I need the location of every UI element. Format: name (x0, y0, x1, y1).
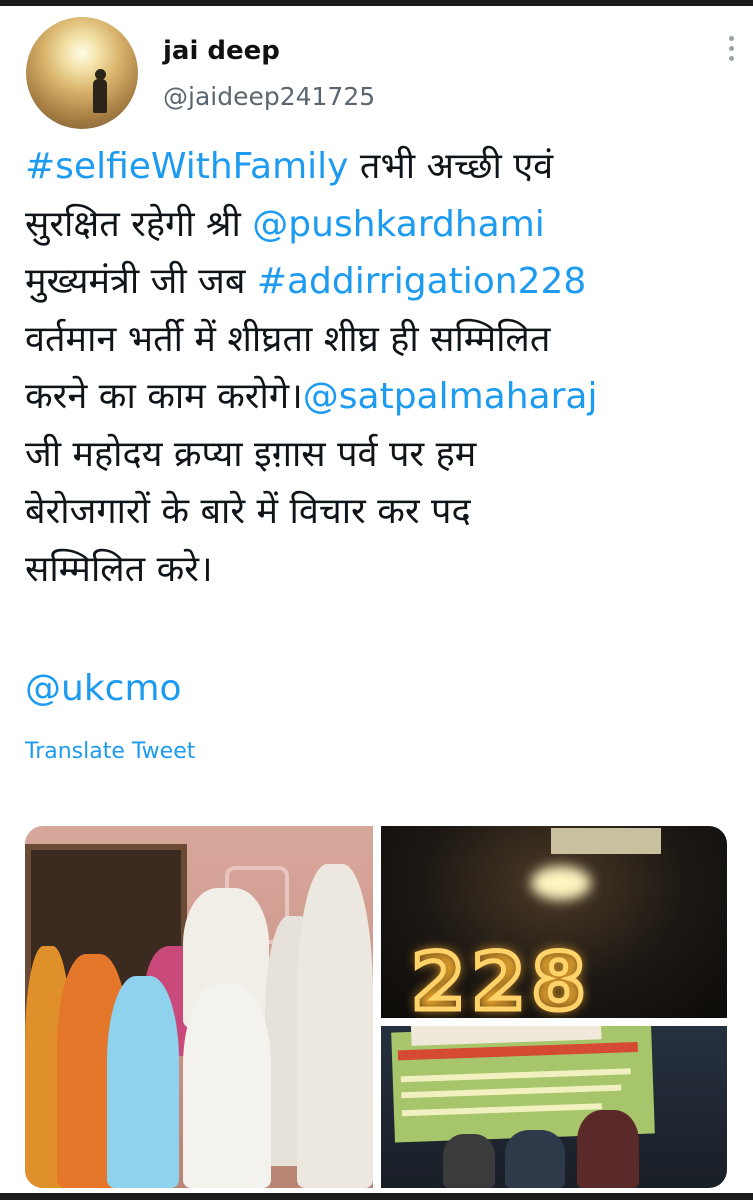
tweet-text-line: जी महोदय क्रप्या इग़ास पर्व पर हम (25, 426, 740, 484)
tweet-text-line: करने का काम करोगे।@satpalmaharaj (25, 368, 740, 426)
tweet-text-segment: जी महोदय क्रप्या इग़ास पर्व पर हम (25, 433, 477, 475)
user-handle[interactable]: @jaideep241725 (163, 82, 375, 111)
photo-person (577, 1110, 639, 1188)
tweet-link[interactable]: #selfieWithFamily (25, 146, 348, 187)
photo-person (183, 984, 271, 1188)
tweet-text-line: बेरोजगारों के बारे में विचार कर पद (25, 483, 740, 541)
photo-family[interactable] (25, 826, 373, 1188)
photo-person (297, 864, 373, 1188)
tweet-text-segment: बेरोजगारों के बारे में विचार कर पद (25, 491, 471, 532)
photo-person (505, 1130, 565, 1188)
photo-person (107, 976, 179, 1188)
tweet-link[interactable]: @satpalmaharaj (303, 376, 598, 417)
tweet-text-segment: वर्तमान भर्ती में शीघ्रता शीघ्र ही सम्मि… (25, 318, 551, 360)
tweet-text-segment: करने का काम करोगे। (25, 376, 303, 417)
avatar[interactable] (26, 17, 138, 129)
tweet-text-line: सुरक्षित रहेगी श्री @pushkardhami (25, 196, 740, 254)
photo-banner[interactable] (381, 1026, 727, 1188)
tweet-text-line: मुख्यमंत्री जी जब #addirrigation228 (25, 253, 740, 311)
tweet-link[interactable]: @pushkardhami (252, 204, 544, 245)
photo-person (443, 1134, 495, 1188)
photo-candles-228[interactable]: 228 (381, 826, 727, 1018)
candle-shape: 228 (409, 936, 592, 1019)
tweet-text: #selfieWithFamily तभी अच्छी एवं सुरक्षित … (25, 138, 740, 598)
tweet-text-line: वर्तमान भर्ती में शीघ्रता शीघ्र ही सम्मि… (25, 311, 740, 369)
tweet-text-segment: तभी अच्छी एवं (348, 146, 554, 187)
photo-lamp (531, 866, 591, 900)
status-bar-top (0, 0, 753, 6)
tweet-text-segment: सम्मिलित करे। (25, 548, 213, 590)
photo-sign (551, 828, 661, 854)
mention-ukcmo[interactable]: @ukcmo (25, 668, 182, 709)
tweet-text-line: #selfieWithFamily तभी अच्छी एवं (25, 138, 740, 196)
more-vertical-icon[interactable] (727, 36, 735, 66)
display-name[interactable]: jai deep (163, 36, 280, 66)
tweet-link[interactable]: #addirrigation228 (257, 261, 586, 302)
tweet-text-line: सम्मिलित करे। (25, 541, 740, 599)
tweet-text-segment: मुख्यमंत्री जी जब (25, 261, 257, 302)
avatar-figure (93, 79, 107, 113)
status-bar-bottom (0, 1193, 753, 1200)
translate-tweet-link[interactable]: Translate Tweet (25, 739, 195, 764)
tweet-text-segment: सुरक्षित रहेगी श्री (25, 203, 253, 245)
